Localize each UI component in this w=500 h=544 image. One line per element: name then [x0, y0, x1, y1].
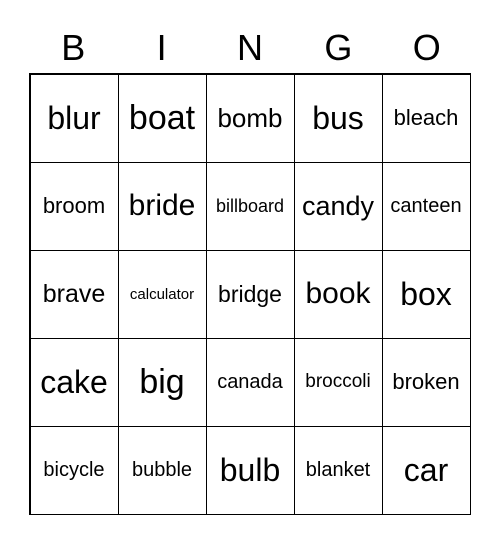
bingo-cell[interactable]: big	[117, 337, 207, 427]
bingo-cell[interactable]: blanket	[293, 425, 383, 515]
header-letter-g: G	[324, 27, 353, 68]
bingo-cell[interactable]: blur	[29, 73, 119, 163]
bingo-cell[interactable]: candy	[293, 161, 383, 251]
bingo-cell[interactable]: bubble	[117, 425, 207, 515]
bingo-grid: blur boat bomb bus bleach broom bride billboard…	[29, 73, 471, 515]
bingo-cell[interactable]: broccoli	[293, 337, 383, 427]
bingo-cell[interactable]: bleach	[381, 73, 471, 163]
bingo-cell[interactable]: broken	[381, 337, 471, 427]
bingo-cell[interactable]: canteen	[381, 161, 471, 251]
bingo-cell[interactable]: canada	[205, 337, 295, 427]
bingo-cell[interactable]: bulb	[205, 425, 295, 515]
bingo-cell[interactable]: car	[381, 425, 471, 515]
bingo-cell[interactable]: bride	[117, 161, 207, 251]
header-letter-b: B	[61, 27, 86, 68]
bingo-cell[interactable]: bomb	[205, 73, 295, 163]
header-letter-o: O	[412, 27, 441, 68]
header-letter-n: N	[236, 27, 263, 68]
bingo-cell[interactable]: boat	[117, 73, 207, 163]
bingo-cell[interactable]: cake	[29, 337, 119, 427]
bingo-cell[interactable]: book	[293, 249, 383, 339]
bingo-cell[interactable]: box	[381, 249, 471, 339]
bingo-header: B I N G O	[29, 24, 471, 72]
bingo-cell[interactable]: broom	[29, 161, 119, 251]
bingo-cell[interactable]: bicycle	[29, 425, 119, 515]
bingo-cell[interactable]: billboard	[205, 161, 295, 251]
bingo-cell[interactable]: bridge	[205, 249, 295, 339]
bingo-cell[interactable]: calculator	[117, 249, 207, 339]
bingo-cell[interactable]: bus	[293, 73, 383, 163]
header-letter-i: I	[156, 27, 167, 68]
bingo-cell[interactable]: brave	[29, 249, 119, 339]
